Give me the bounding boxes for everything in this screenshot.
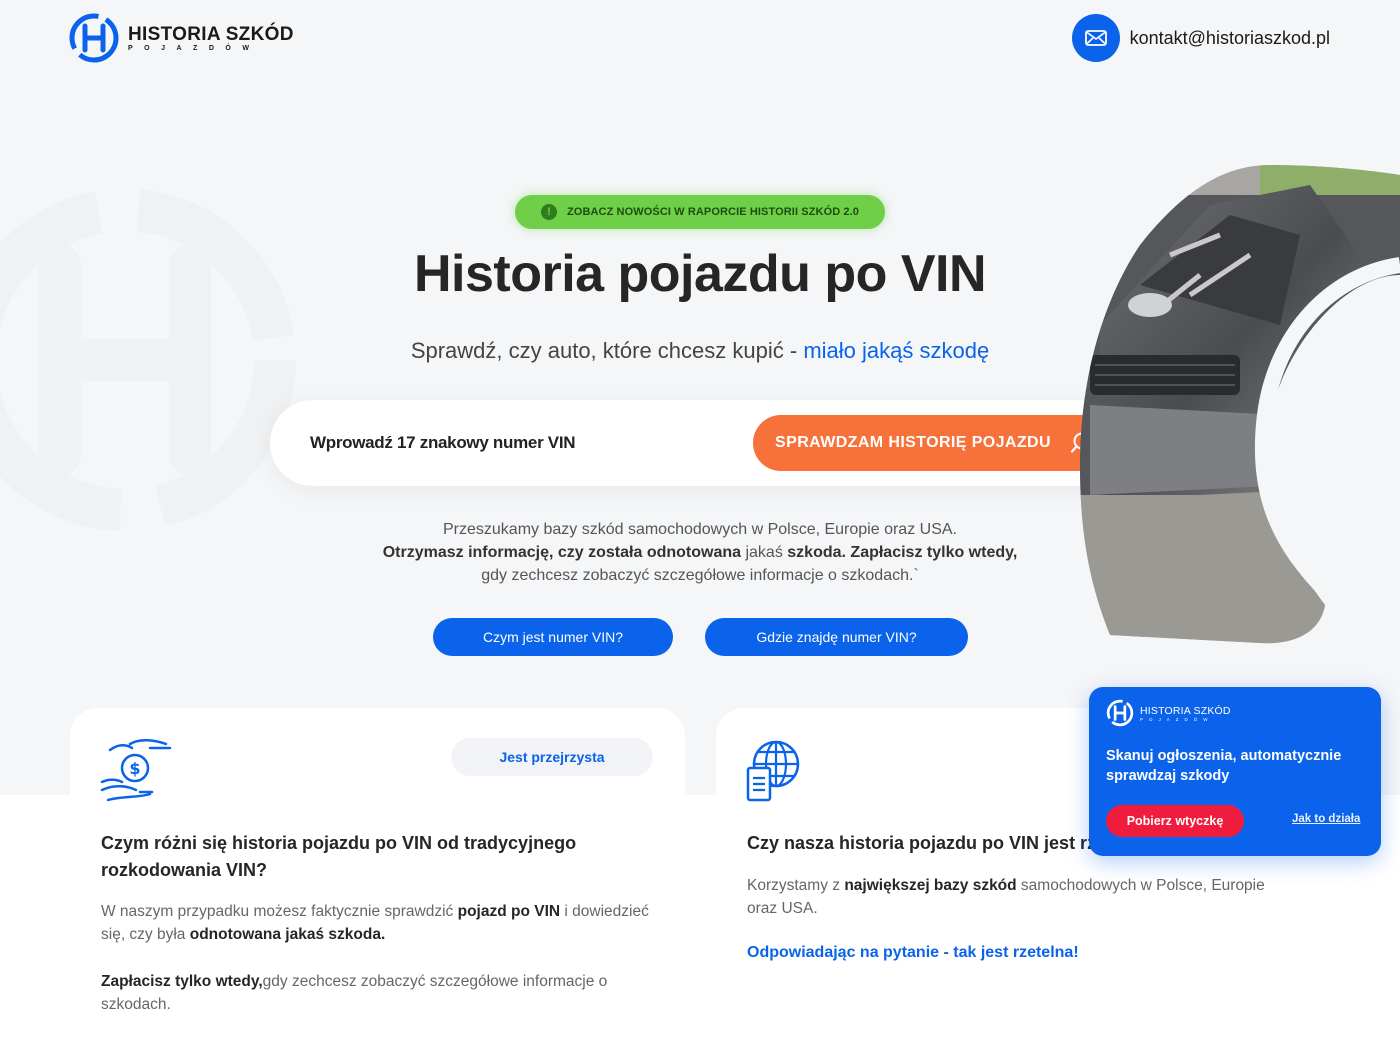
vin-search-form: SPRAWDZAM HISTORIĘ POJAZDU: [270, 400, 1130, 486]
widget-logo: HISTORIA SZKÓD POJAZDÓW: [1106, 699, 1231, 727]
vin-input[interactable]: [310, 422, 730, 464]
hero-subtitle-text: Sprawdź, czy auto, które chcesz kupić -: [410, 338, 804, 363]
card2-p-text: Korzystamy z: [747, 877, 845, 894]
check-history-button[interactable]: SPRAWDZAM HISTORIĘ POJAZDU: [753, 415, 1115, 471]
card1-p1-text: W naszym przypadku możesz faktycznie spr…: [101, 903, 458, 920]
logo-title: HISTORIA SZKÓD: [128, 24, 294, 45]
news-badge-text: ZOBACZ NOWOŚCI W RAPORCIE HISTORII SZKÓD…: [566, 206, 860, 218]
site-header: HISTORIA SZKÓD POJAZDÓW kontakt@historia…: [0, 0, 1400, 80]
car-photo: [1080, 165, 1400, 645]
site-logo[interactable]: HISTORIA SZKÓD POJAZDÓW: [68, 12, 294, 64]
hero-subtitle-highlight: miało jakąś szkodę: [803, 338, 990, 363]
card2-paragraph: Korzystamy z największej bazy szkód samo…: [747, 874, 1297, 920]
check-history-label: SPRAWDZAM HISTORIĘ POJAZDU: [775, 434, 1051, 451]
where-vin-button[interactable]: Gdzie znajdę numer VIN?: [705, 618, 968, 656]
card1-p1-bold: pojazd po VIN: [457, 903, 561, 920]
feature-card-transparent: $ Jest przejrzysta Czym różni się histor…: [70, 708, 685, 1050]
news-badge[interactable]: ! ZOBACZ NOWOŚCI W RAPORCIE HISTORII SZK…: [515, 195, 885, 229]
widget-logo-icon: [1106, 699, 1134, 727]
money-hands-icon: $: [100, 739, 172, 802]
download-plugin-button[interactable]: Pobierz wtyczkę: [1106, 805, 1244, 837]
widget-logo-subtitle: POJAZDÓW: [1140, 716, 1214, 722]
info-bold-2: szkoda. Zapłacisz tylko wtedy,: [787, 544, 1018, 561]
widget-text: Skanuj ogłoszenia, automatycznie sprawdz…: [1106, 748, 1342, 784]
extension-promo-widget: HISTORIA SZKÓD POJAZDÓW Skanuj ogłoszeni…: [1089, 687, 1381, 856]
card1-paragraph-2: Zapłacisz tylko wtedy,gdy zechcesz zobac…: [101, 970, 661, 1016]
exclamation-icon: !: [540, 204, 557, 220]
what-is-vin-button[interactable]: Czym jest numer VIN?: [433, 618, 673, 656]
logo-mark-icon: [69, 13, 119, 63]
logo-subtitle: POJAZDÓW: [128, 45, 261, 52]
card2-p-bold: największej bazy szkód: [844, 877, 1017, 894]
card1-p1-bold-2: odnotowana jakaś szkoda.: [189, 926, 386, 943]
widget-logo-title: HISTORIA SZKÓD: [1140, 704, 1231, 717]
reliable-answer-link[interactable]: Odpowiadając na pytanie - tak jest rzete…: [747, 944, 1079, 962]
card1-title: Czym różni się historia pojazdu po VIN o…: [101, 833, 577, 880]
contact-email: kontakt@historiaszkod.pl: [1129, 27, 1330, 48]
svg-text:$: $: [129, 759, 140, 778]
contact-email-link[interactable]: kontakt@historiaszkod.pl: [1071, 14, 1330, 62]
mail-icon: [1071, 14, 1120, 62]
info-plain: jakaś: [741, 544, 788, 561]
card1-p2-bold: Zapłacisz tylko wtedy,: [101, 973, 263, 990]
card1-paragraph-1: W naszym przypadku możesz faktycznie spr…: [101, 900, 661, 946]
transparent-pill[interactable]: Jest przejrzysta: [451, 738, 653, 776]
how-it-works-link[interactable]: Jak to działa: [1292, 813, 1360, 825]
globe-document-icon: [746, 740, 800, 802]
info-bold-1: Otrzymasz informację, czy została odnoto…: [382, 544, 742, 561]
